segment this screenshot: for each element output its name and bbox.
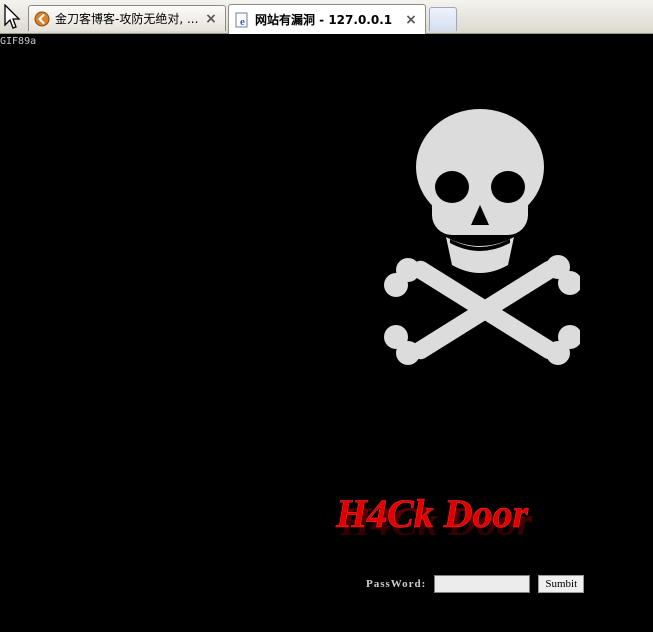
- gif-header-text: GIF89a: [0, 36, 37, 47]
- tab-vuln-site[interactable]: e 网站有漏洞 - 127.0.0.1 ×: [228, 4, 426, 34]
- back-arrow-icon: [34, 11, 50, 26]
- tab-blog-title: 金刀客博客-攻防无绝对, ...: [55, 12, 199, 26]
- svg-text:e: e: [240, 16, 245, 28]
- submit-button[interactable]: Sumbit: [538, 575, 585, 593]
- close-icon[interactable]: ×: [203, 11, 219, 27]
- page-body: GIF89a H4Ck Door H4Ck Door PassWord: Sum…: [0, 35, 653, 632]
- skull-crossbones-icon: [384, 109, 580, 365]
- mouse-cursor-icon: [4, 4, 21, 29]
- hack-door-title: H4Ck Door H4Ck Door: [335, 491, 533, 544]
- close-icon[interactable]: ×: [403, 12, 419, 28]
- tab-strip: 金刀客博客-攻防无绝对, ... × e 网站有漏洞 - 127.0.0.1 ×: [0, 0, 653, 34]
- login-form: PassWord: Sumbit: [366, 573, 585, 595]
- password-field[interactable]: [434, 575, 531, 593]
- hack-door-title-text: H4Ck Door: [335, 491, 529, 536]
- password-label: PassWord:: [366, 578, 427, 590]
- new-tab-button[interactable]: [429, 7, 457, 31]
- tab-blog[interactable]: 金刀客博客-攻防无绝对, ... ×: [28, 5, 226, 31]
- tab-vuln-site-title: 网站有漏洞 - 127.0.0.1: [255, 13, 393, 27]
- ie-page-icon: e: [235, 12, 248, 28]
